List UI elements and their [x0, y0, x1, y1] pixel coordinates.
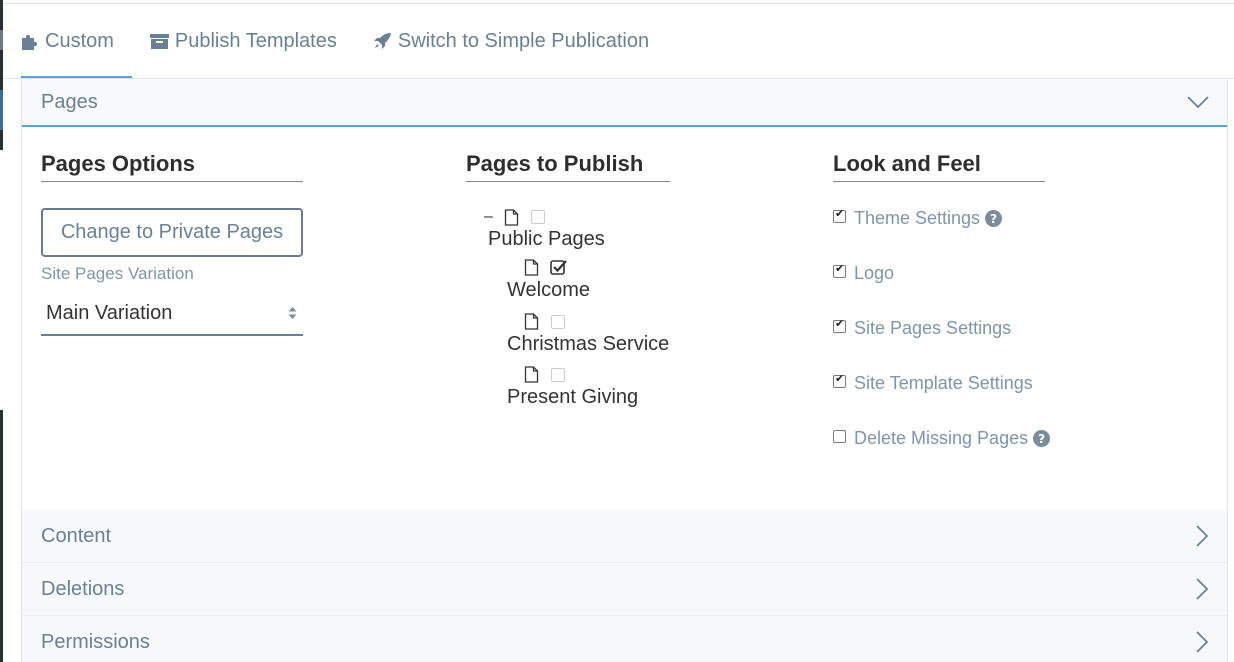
chevron-right-icon [1196, 578, 1209, 600]
help-icon[interactable]: ? [1033, 430, 1051, 447]
tree-checkbox-present-giving[interactable] [551, 367, 565, 382]
select-arrows-icon [288, 307, 297, 319]
tree-node-present-giving [524, 366, 565, 383]
section-pages-header[interactable]: Pages [22, 79, 1227, 127]
tree-collapse-toggle[interactable]: – [484, 208, 500, 226]
site-pages-variation-value: Main Variation [46, 301, 173, 324]
chevron-down-icon [1187, 95, 1209, 108]
tree-node-welcome [524, 259, 568, 276]
chevron-right-icon [1196, 525, 1209, 547]
site-template-settings-label: Site Template Settings [854, 373, 1033, 393]
tree-node-root: – [484, 208, 545, 226]
delete-missing-pages-checkbox[interactable] [833, 430, 846, 443]
section-pages-title: Pages [41, 90, 98, 113]
tree-label-welcome: Welcome [507, 279, 590, 301]
section-permissions-title: Permissions [41, 630, 150, 653]
option-site-pages-settings[interactable]: Site Pages Settings [833, 317, 1012, 339]
theme-settings-checkbox[interactable] [833, 207, 846, 223]
pages-to-publish-heading: Pages to Publish [466, 127, 670, 182]
section-deletions-header[interactable]: Deletions [22, 563, 1227, 616]
left-edge-strip [0, 0, 3, 662]
site-template-settings-checkbox[interactable] [833, 372, 846, 388]
tree-checkbox-christmas-service[interactable] [551, 314, 565, 329]
section-content-header[interactable]: Content [22, 510, 1227, 563]
help-icon[interactable]: ? [985, 210, 1003, 227]
tree-checkbox-welcome[interactable] [550, 259, 568, 276]
tab-switch-simple-label: Switch to Simple Publication [397, 29, 650, 52]
tree-label-public-pages: Public Pages [488, 228, 605, 250]
page-icon [524, 259, 539, 276]
option-site-template-settings[interactable]: Site Template Settings [833, 372, 1033, 394]
tree-label-present-giving: Present Giving [507, 386, 639, 408]
delete-missing-pages-label: Delete Missing Pages [854, 428, 1029, 448]
change-to-private-pages-button[interactable]: Change to Private Pages [41, 208, 303, 257]
site-pages-variation-label: Site Pages Variation [41, 264, 194, 283]
puzzle-icon [22, 34, 38, 50]
tab-custom[interactable]: Custom [3, 4, 132, 78]
pages-options-column: Pages Options Change to Private Pages Si… [41, 127, 303, 336]
theme-settings-label: Theme Settings [854, 208, 981, 228]
page-icon [504, 208, 519, 226]
option-logo[interactable]: Logo [833, 262, 895, 284]
tree-checkbox-public-pages[interactable] [531, 210, 545, 224]
site-pages-settings-label: Site Pages Settings [854, 318, 1012, 338]
logo-label: Logo [854, 263, 895, 283]
tab-publish-templates[interactable]: Publish Templates [132, 4, 355, 78]
page-icon [524, 366, 539, 383]
page-icon [524, 313, 539, 330]
tree-node-christmas-service [524, 313, 565, 330]
site-pages-settings-checkbox[interactable] [833, 317, 846, 333]
section-content-title: Content [41, 524, 112, 547]
logo-checkbox[interactable] [833, 262, 846, 278]
rocket-icon [373, 33, 391, 49]
tab-switch-simple[interactable]: Switch to Simple Publication [355, 4, 667, 78]
option-theme-settings[interactable]: Theme Settings ? [833, 207, 1003, 229]
chevron-right-icon [1196, 631, 1209, 653]
tree-label-christmas-service: Christmas Service [507, 333, 670, 355]
publish-accordion: Pages Pages Options Change to Private Pa… [21, 79, 1228, 662]
section-pages-body: Pages Options Change to Private Pages Si… [22, 127, 1227, 510]
section-permissions-header[interactable]: Permissions [22, 616, 1227, 662]
option-delete-missing-pages[interactable]: Delete Missing Pages ? [833, 428, 1051, 449]
tab-custom-label: Custom [45, 29, 114, 52]
publish-mode-tabs: Custom Publish Templates Switch to Simpl… [3, 4, 1234, 78]
look-and-feel-column: Look and Feel Theme Settings ? Logo Site… [833, 127, 1051, 448]
tab-publish-templates-label: Publish Templates [174, 29, 337, 52]
look-and-feel-heading: Look and Feel [833, 127, 1045, 182]
archive-icon [149, 33, 169, 49]
site-pages-variation-select[interactable]: Main Variation [41, 292, 303, 336]
section-deletions-title: Deletions [41, 577, 125, 600]
pages-to-publish-column: Pages to Publish – Public Pages Welcome … [466, 127, 670, 408]
pages-options-heading: Pages Options [41, 127, 303, 182]
